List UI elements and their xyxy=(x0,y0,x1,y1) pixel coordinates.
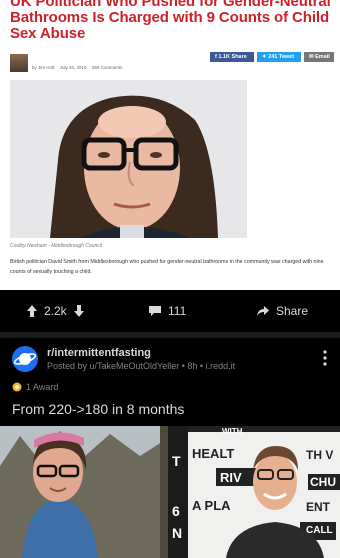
facebook-share-label: 1.1K Share xyxy=(218,54,247,60)
post-header: r/intermittentfasting Posted by u/TakeMe… xyxy=(0,340,340,380)
share-icon xyxy=(257,306,269,316)
email-button[interactable]: ✉ Email xyxy=(304,52,334,62)
byline-row: by Jim Hoft July 20, 2019 260 Comments f… xyxy=(10,52,334,74)
byline-author: by Jim Hoft xyxy=(32,65,55,70)
twitter-tweet-label: 241 Tweet xyxy=(268,54,295,60)
more-options-icon[interactable] xyxy=(322,350,328,366)
share-button[interactable]: Share xyxy=(256,304,308,318)
award-icon xyxy=(12,382,22,391)
byline-date: July 20, 2019 xyxy=(59,65,87,70)
article-screenshot: UK Politician Who Pushed for Gender-Neut… xyxy=(0,0,340,290)
post-separator xyxy=(0,332,340,338)
photo-caption: Coulby Newham - Middlesbrough Council xyxy=(10,243,102,249)
upvote-icon[interactable] xyxy=(26,304,38,318)
post-score: 2.2k xyxy=(44,304,67,318)
vote-group: 2.2k xyxy=(26,304,85,318)
posted-by[interactable]: Posted by u/TakeMeOutOldYeller xyxy=(47,361,179,371)
byline-comments: 260 Comments xyxy=(91,65,123,70)
article-body: British politician David Smith from Midd… xyxy=(10,259,324,275)
awards-row[interactable]: 1 Award xyxy=(12,381,58,393)
subreddit-icon[interactable] xyxy=(12,346,38,372)
author-avatar xyxy=(10,54,28,72)
comment-icon xyxy=(149,306,161,316)
post-title[interactable]: From 220->180 in 8 months xyxy=(12,401,184,417)
article-headline: UK Politician Who Pushed for Gender-Neut… xyxy=(10,0,331,42)
share-buttons: f 1.1K Share ✦ 241 Tweet ✉ Email xyxy=(210,52,334,62)
post-action-bar: 2.2k 111 Share xyxy=(0,296,340,328)
planet-icon xyxy=(13,353,37,365)
post-meta-tail: • 8h • i.redd.it xyxy=(181,361,236,371)
share-label: Share xyxy=(276,304,309,318)
comments-button[interactable]: 111 xyxy=(148,304,186,318)
politician-portrait xyxy=(10,80,247,238)
svg-text:N: N xyxy=(172,525,182,541)
awards-count: 1 Award xyxy=(26,382,59,392)
post-image[interactable]: T 6 N WITH HEALT RIV A PLA TH V CHU ENT … xyxy=(0,426,340,558)
downvote-icon[interactable] xyxy=(73,304,85,318)
post-meta: Posted by u/TakeMeOutOldYeller • 8h • i.… xyxy=(47,361,235,371)
email-label: Email xyxy=(315,54,330,60)
svg-text:T: T xyxy=(172,453,181,469)
facebook-share-button[interactable]: f 1.1K Share xyxy=(210,52,254,62)
svg-text:6: 6 xyxy=(172,503,180,519)
before-after-photo: T 6 N xyxy=(0,426,340,558)
twitter-tweet-button[interactable]: ✦ 241 Tweet xyxy=(257,52,301,62)
article-photo xyxy=(10,80,247,238)
byline: by Jim Hoft July 20, 2019 260 Comments xyxy=(32,65,126,70)
subreddit-name[interactable]: r/intermittentfasting xyxy=(47,347,151,359)
comments-count: 111 xyxy=(168,304,187,318)
